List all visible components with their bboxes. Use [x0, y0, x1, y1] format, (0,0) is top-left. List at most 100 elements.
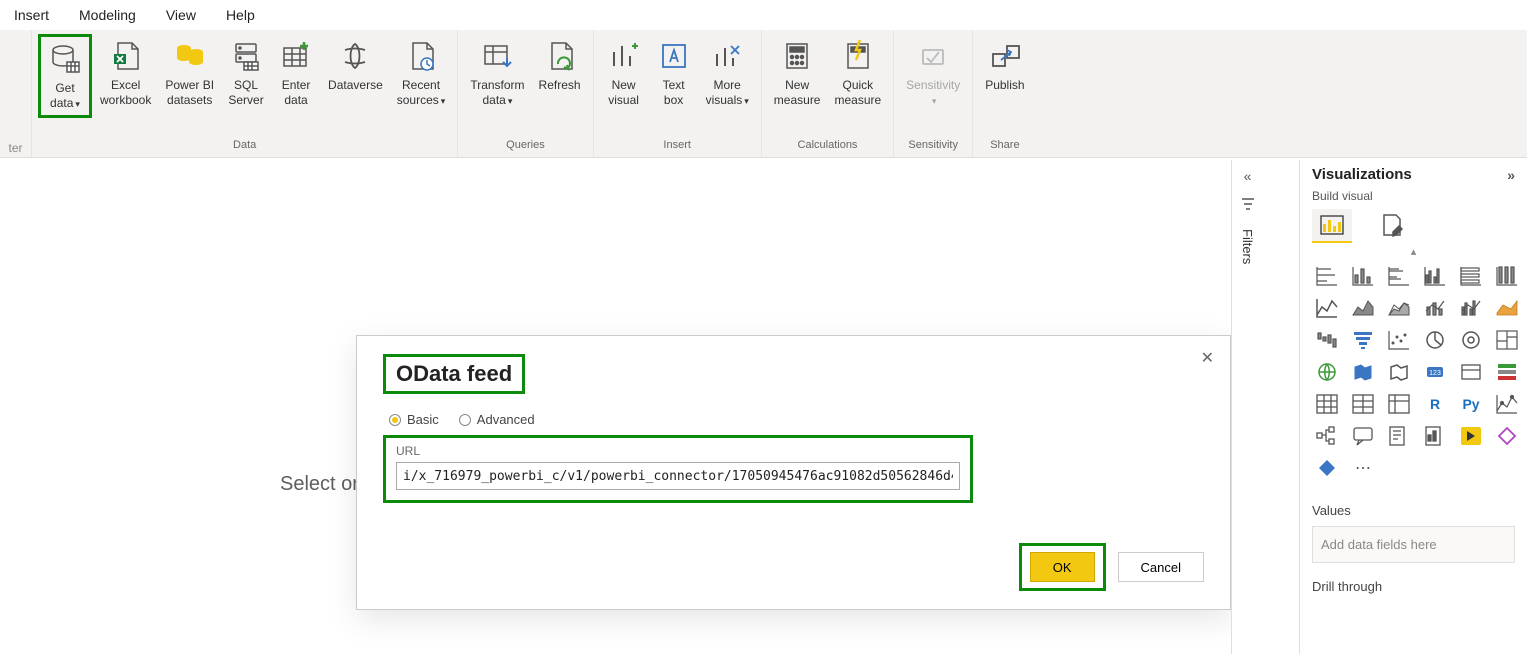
expand-right-icon[interactable]: » — [1507, 167, 1515, 183]
filled-map-icon[interactable] — [1348, 359, 1378, 385]
canvas-hint: Select or — [280, 473, 359, 496]
url-block: URL — [383, 435, 973, 503]
new-measure-icon — [779, 38, 815, 74]
text-box-button[interactable]: Text box — [650, 34, 698, 112]
transform-data-button[interactable]: Transform data▾ — [464, 34, 530, 112]
kpi-icon[interactable] — [1312, 391, 1342, 417]
transform-line1: Transform — [470, 78, 524, 92]
recent-sources-button[interactable]: Recent sources▾ — [391, 34, 452, 112]
morevisuals-line1: More — [714, 78, 741, 92]
drillthrough-label: Drill through — [1312, 579, 1515, 594]
excel-workbook-button[interactable]: Excel workbook — [94, 34, 157, 112]
quickmeasure-line2: measure — [834, 93, 881, 107]
dialog-actions: OK Cancel — [1019, 543, 1204, 591]
line-icon[interactable] — [1312, 295, 1342, 321]
qa-icon[interactable] — [1348, 423, 1378, 449]
donut-icon[interactable] — [1456, 327, 1486, 353]
chevron-down-icon: ▾ — [441, 96, 446, 106]
powerbi-datasets-button[interactable]: Power BI datasets — [159, 34, 220, 112]
dataverse-button[interactable]: Dataverse — [322, 34, 389, 112]
radio-unselected-icon — [459, 414, 471, 426]
smart-narrative-icon[interactable] — [1384, 423, 1414, 449]
radio-basic-label: Basic — [407, 412, 439, 427]
sql-server-button[interactable]: SQL Server — [222, 34, 270, 112]
viz-tabs — [1312, 209, 1515, 243]
collapse-left-icon[interactable]: « — [1244, 168, 1252, 184]
chevron-down-icon: ▾ — [75, 99, 80, 109]
new-visual-button[interactable]: New visual — [600, 34, 648, 112]
treemap-icon[interactable] — [1492, 327, 1522, 353]
more-options-icon[interactable]: ⋯ — [1348, 455, 1378, 481]
power-apps-icon[interactable] — [1312, 455, 1342, 481]
chevron-down-icon: ▾ — [508, 96, 513, 106]
enter-data-button[interactable]: Enter data — [272, 34, 320, 112]
azure-map-icon[interactable] — [1384, 359, 1414, 385]
stacked-area-icon[interactable] — [1384, 295, 1414, 321]
table-icon[interactable] — [1348, 391, 1378, 417]
radio-advanced[interactable]: Advanced — [459, 412, 535, 427]
refresh-button[interactable]: Refresh — [533, 34, 587, 112]
r-visual-icon[interactable]: R — [1420, 391, 1450, 417]
textbox-line1: Text — [663, 78, 685, 92]
area-icon[interactable] — [1348, 295, 1378, 321]
viz-title: Visualizations — [1312, 166, 1412, 183]
multirow-card-icon[interactable] — [1492, 359, 1522, 385]
ribbon-group-insert-label: Insert — [663, 137, 691, 155]
url-input[interactable] — [396, 462, 960, 490]
clustered-column-icon[interactable] — [1420, 263, 1450, 289]
py-visual-icon[interactable]: Py — [1456, 391, 1486, 417]
excel-icon — [108, 38, 144, 74]
morevisuals-line2: visuals — [706, 93, 743, 107]
map-icon[interactable] — [1312, 359, 1342, 385]
filters-rail[interactable]: « Filters — [1231, 160, 1263, 654]
enter-line2: data — [284, 93, 307, 107]
menu-modeling[interactable]: Modeling — [73, 3, 142, 27]
ribbon-group-calculations: New measure Quick measure Calculations — [762, 30, 894, 157]
scatter-icon[interactable] — [1384, 327, 1414, 353]
cancel-button[interactable]: Cancel — [1118, 552, 1204, 582]
publish-button[interactable]: Publish — [979, 34, 1030, 112]
values-dropzone[interactable]: Add data fields here — [1312, 526, 1515, 563]
stacked-column-100-icon[interactable] — [1492, 263, 1522, 289]
sensitivity-button: Sensitivity ▾ — [900, 34, 966, 112]
database-icon — [47, 41, 83, 77]
ribbon-group-share-label: Share — [990, 137, 1019, 155]
excel-line1: Excel — [111, 78, 140, 92]
viz-tab-format[interactable] — [1372, 209, 1412, 243]
line-stacked-column-icon[interactable] — [1420, 295, 1450, 321]
values-label: Values — [1312, 503, 1515, 518]
matrix-icon[interactable] — [1384, 391, 1414, 417]
pie-icon[interactable] — [1420, 327, 1450, 353]
menu-help[interactable]: Help — [220, 3, 261, 27]
get-data-button[interactable]: Get data▾ — [38, 34, 92, 118]
more-visuals-button[interactable]: More visuals▾ — [700, 34, 755, 112]
ribbon-group-sensitivity: Sensitivity ▾ Sensitivity — [894, 30, 973, 157]
key-influencers-icon[interactable] — [1492, 391, 1522, 417]
stacked-bar-icon[interactable] — [1312, 263, 1342, 289]
clustered-bar-icon[interactable] — [1384, 263, 1414, 289]
ok-button[interactable]: OK — [1030, 552, 1095, 582]
new-measure-button[interactable]: New measure — [768, 34, 827, 112]
card-icon[interactable] — [1456, 359, 1486, 385]
get-more-visuals-icon[interactable] — [1492, 423, 1522, 449]
dialog-title: OData feed — [383, 354, 525, 394]
power-automate-icon[interactable] — [1456, 423, 1486, 449]
close-icon[interactable]: ✕ — [1201, 348, 1214, 368]
viz-tab-build[interactable] — [1312, 209, 1352, 243]
waterfall-icon[interactable] — [1312, 327, 1342, 353]
gauge-icon[interactable]: 123 — [1420, 359, 1450, 385]
funnel-icon[interactable] — [1348, 327, 1378, 353]
decomposition-tree-icon[interactable] — [1312, 423, 1342, 449]
stacked-column-icon[interactable] — [1348, 263, 1378, 289]
line-clustered-column-icon[interactable] — [1456, 295, 1486, 321]
quick-measure-button[interactable]: Quick measure — [828, 34, 887, 112]
menu-insert[interactable]: Insert — [8, 3, 55, 27]
ribbon-group-data-label: Data — [233, 137, 256, 155]
paginated-report-icon[interactable] — [1420, 423, 1450, 449]
ribbon-group-insert: New visual Text box More visuals▾ Insert — [594, 30, 762, 157]
radio-basic[interactable]: Basic — [389, 412, 439, 427]
ribbon-chart-icon[interactable] — [1492, 295, 1522, 321]
stacked-bar-100-icon[interactable] — [1456, 263, 1486, 289]
menu-view[interactable]: View — [160, 3, 202, 27]
text-box-icon — [656, 38, 692, 74]
